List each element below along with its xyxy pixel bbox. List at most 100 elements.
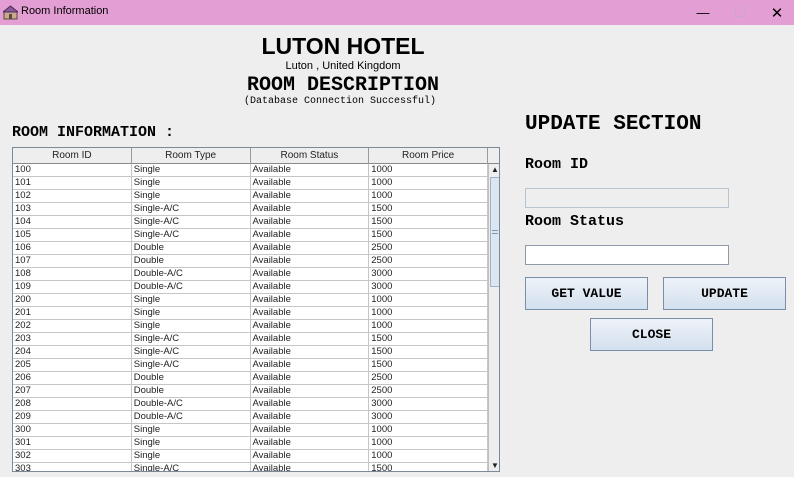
- table-cell: 1000: [369, 177, 488, 190]
- table-cell: Single: [131, 424, 251, 437]
- table-cell: Available: [250, 203, 370, 216]
- table-row[interactable]: 103 Single-A/C Available 1500: [13, 203, 488, 216]
- table-cell: Single: [131, 164, 251, 177]
- table-cell: Available: [251, 463, 370, 471]
- table-cell: 103: [13, 203, 132, 216]
- table-cell: 200: [13, 294, 132, 307]
- table-cell: 1000: [369, 424, 488, 437]
- table-cell: 205: [13, 359, 132, 372]
- table-cell: 203: [13, 333, 132, 346]
- window-title: Room Information: [21, 5, 109, 17]
- update-button[interactable]: UPDATE: [663, 277, 786, 310]
- table-row[interactable]: 104 Single-A/C Available 1500: [13, 216, 488, 229]
- table-row[interactable]: 101 Single Available 1000: [13, 177, 488, 190]
- table-row[interactable]: 100 Single Available 1000: [13, 164, 488, 177]
- table-cell: 204: [13, 346, 132, 359]
- table-cell: Single-A/C: [131, 229, 251, 242]
- column-header-room-id[interactable]: Room ID: [13, 148, 132, 164]
- table-cell: 107: [13, 255, 132, 268]
- table-cell: Double: [131, 372, 251, 385]
- table-row[interactable]: 105 Single-A/C Available 1500: [13, 229, 488, 242]
- table-cell: Single-A/C: [131, 359, 251, 372]
- room-table[interactable]: Room ID Room Type Room Status Room Price…: [12, 147, 500, 472]
- table-row[interactable]: 107 Double Available 2500: [13, 255, 488, 268]
- table-cell: Double-A/C: [131, 268, 251, 281]
- table-row[interactable]: 201 Single Available 1000: [13, 307, 488, 320]
- table-row[interactable]: 300 Single Available 1000: [13, 424, 488, 437]
- grip-icon: [492, 230, 498, 234]
- table-row[interactable]: 208 Double-A/C Available 3000: [13, 398, 488, 411]
- maximize-button[interactable]: ☐: [721, 0, 759, 25]
- table-cell: Double-A/C: [131, 398, 251, 411]
- minimize-button[interactable]: —: [684, 0, 722, 25]
- table-row[interactable]: 204 Single-A/C Available 1500: [13, 346, 488, 359]
- table-cell: Available: [250, 216, 370, 229]
- table-cell: 2500: [369, 385, 488, 398]
- room-id-field[interactable]: [525, 188, 729, 208]
- room-description-title: ROOM DESCRIPTION: [246, 74, 440, 97]
- column-header-room-price[interactable]: Room Price: [369, 148, 488, 164]
- table-cell: 302: [13, 450, 132, 463]
- close-icon: ✕: [770, 4, 784, 22]
- minimize-icon: —: [696, 5, 710, 20]
- table-cell: Single: [131, 307, 251, 320]
- table-cell: 208: [13, 398, 132, 411]
- table-cell: 109: [13, 281, 132, 294]
- table-cell: Single-A/C: [131, 346, 251, 359]
- table-row[interactable]: 200 Single Available 1000: [13, 294, 488, 307]
- table-cell: Available: [250, 424, 370, 437]
- table-row[interactable]: 301 Single Available 1000: [13, 437, 488, 450]
- table-row[interactable]: 207 Double Available 2500: [13, 385, 488, 398]
- table-cell: 1000: [369, 164, 488, 177]
- table-cell: Available: [250, 346, 370, 359]
- table-cell: Available: [250, 437, 370, 450]
- table-cell: 207: [13, 385, 132, 398]
- room-status-field[interactable]: [525, 245, 729, 265]
- maximize-icon: ☐: [734, 4, 746, 20]
- table-row[interactable]: 205 Single-A/C Available 1500: [13, 359, 488, 372]
- close-button[interactable]: CLOSE: [590, 318, 713, 351]
- table-row[interactable]: 202 Single Available 1000: [13, 320, 488, 333]
- table-cell: Single: [131, 437, 251, 450]
- table-cell: 106: [13, 242, 132, 255]
- table-row[interactable]: 108 Double-A/C Available 3000: [13, 268, 488, 281]
- scroll-up-icon[interactable]: ▲: [490, 164, 499, 176]
- app-icon: [3, 5, 18, 20]
- room-status-label: Room Status: [525, 213, 625, 230]
- table-cell: 303: [13, 463, 132, 471]
- table-cell: 201: [13, 307, 132, 320]
- table-cell: Single-A/C: [131, 333, 251, 346]
- table-cell: 101: [13, 177, 132, 190]
- vertical-scrollbar[interactable]: ▲ ▼: [488, 164, 499, 471]
- table-row[interactable]: 102 Single Available 1000: [13, 190, 488, 203]
- table-row[interactable]: 106 Double Available 2500: [13, 242, 488, 255]
- table-cell: 1500: [369, 203, 488, 216]
- scroll-down-icon[interactable]: ▼: [490, 460, 499, 471]
- column-header-room-type[interactable]: Room Type: [132, 148, 251, 164]
- table-cell: Single-A/C: [131, 203, 251, 216]
- table-cell: 2500: [369, 372, 488, 385]
- column-header-room-status[interactable]: Room Status: [251, 148, 370, 164]
- close-window-button[interactable]: ✕: [758, 0, 794, 25]
- table-cell: Single-A/C: [131, 216, 251, 229]
- room-id-label: Room ID: [525, 156, 589, 173]
- table-cell: 1000: [369, 190, 488, 203]
- table-cell: Single-A/C: [132, 463, 251, 471]
- table-row[interactable]: 109 Double-A/C Available 3000: [13, 281, 488, 294]
- table-cell: Available: [250, 359, 370, 372]
- table-cell: 1500: [369, 216, 488, 229]
- table-cell: Available: [250, 294, 370, 307]
- table-cell: 300: [13, 424, 132, 437]
- get-value-button[interactable]: GET VALUE: [525, 277, 648, 310]
- table-cell: 206: [13, 372, 132, 385]
- table-row[interactable]: 302 Single Available 1000: [13, 450, 488, 463]
- scrollbar-thumb[interactable]: [490, 177, 499, 287]
- table-cell: Available: [250, 398, 370, 411]
- table-row[interactable]: 206 Double Available 2500: [13, 372, 488, 385]
- table-row[interactable]: 203 Single-A/C Available 1500: [13, 333, 488, 346]
- table-row[interactable]: 209 Double-A/C Available 3000: [13, 411, 488, 424]
- table-cell: Available: [250, 385, 370, 398]
- table-cell: Available: [250, 372, 370, 385]
- table-row[interactable]: 303 Single-A/C Available 1500: [13, 463, 488, 471]
- table-header: Room ID Room Type Room Status Room Price: [13, 148, 488, 164]
